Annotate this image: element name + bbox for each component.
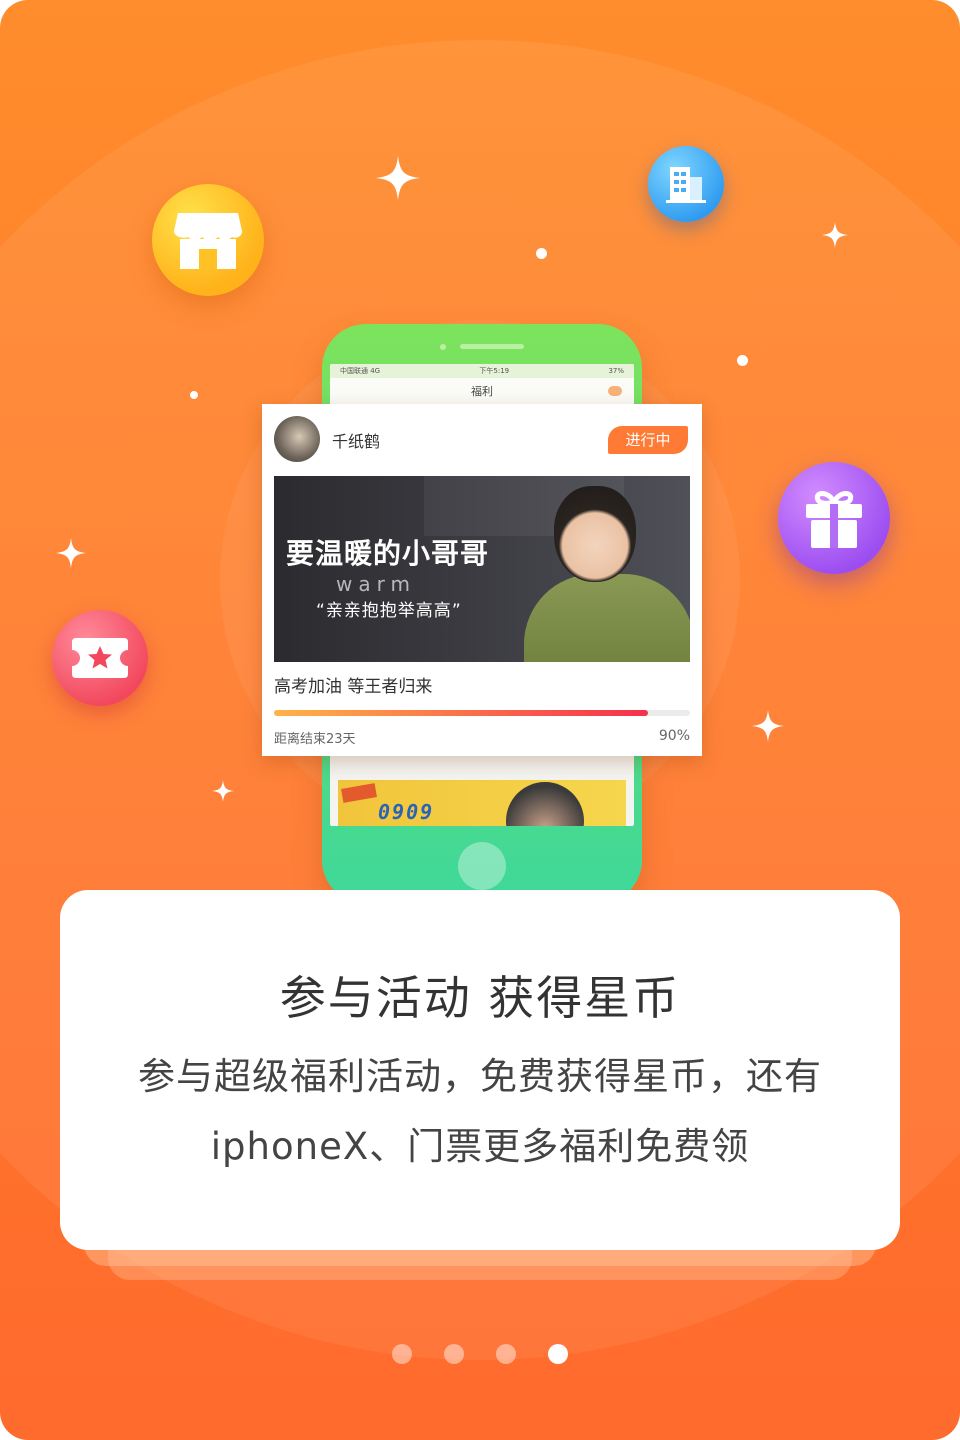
battery-label: 37% (608, 367, 624, 375)
onboarding-screen: 中国联通 4G 下午5:19 37% 福利 0909 千纸鹤 进行中 warm … (0, 0, 960, 1440)
gift-icon (806, 491, 862, 548)
user-name: 千纸鹤 (332, 432, 381, 451)
activity-card[interactable]: 千纸鹤 进行中 warm 要温暖的小哥哥 “亲亲抱抱举高高” 高考加油 等王者归… (262, 404, 702, 756)
progress-percent: 90% (658, 728, 690, 744)
page-dot[interactable] (392, 1344, 412, 1364)
page-dot[interactable] (496, 1344, 516, 1364)
banner-subtitle: “亲亲抱抱举高高” (316, 601, 462, 621)
progress-fill (274, 710, 649, 716)
app-title-bar: 福利 (330, 378, 634, 404)
building-bubble (648, 146, 724, 222)
thumbnail-tag (341, 783, 377, 803)
decor-dot (536, 248, 547, 259)
panel-description-line-1: 参与超级福利活动，免费获得星币，还有 (138, 1055, 822, 1098)
avatar (274, 416, 320, 462)
panel-title: 参与活动 获得星币 (279, 971, 681, 1025)
page-dot[interactable] (548, 1344, 568, 1364)
decor-dot (190, 391, 198, 399)
decor-dot (737, 355, 748, 366)
ticket-icon (72, 638, 128, 678)
ticket-bubble (52, 610, 148, 706)
phone-camera (440, 344, 446, 350)
thumbnail-text: 0909 (378, 800, 435, 824)
banner-warm-text: warm (336, 572, 416, 596)
store-bubble (152, 184, 264, 296)
app-title: 福利 (471, 385, 493, 398)
activity-caption: 高考加油 等王者归来 (274, 677, 433, 697)
status-bar: 中国联通 4G 下午5:19 37% (330, 364, 634, 378)
person-head (554, 486, 636, 582)
page-indicator (0, 1344, 960, 1364)
info-panel: 参与活动 获得星币 参与超级福利活动，免费获得星币，还有 iphoneX、门票更… (60, 890, 900, 1250)
building-icon (666, 167, 706, 203)
store-icon (174, 213, 242, 269)
phone-speaker (460, 344, 524, 349)
sparkle-icon (212, 780, 234, 802)
banner-person-photo (524, 486, 690, 662)
progress-bar (274, 710, 690, 716)
thumbnail-photo (506, 782, 584, 826)
sparkle-icon (822, 222, 848, 248)
panel-description-line-2: iphoneX、门票更多福利免费领 (210, 1125, 750, 1168)
sparkle-icon (376, 156, 420, 200)
sparkle-icon (752, 710, 784, 742)
status-time: 下午5:19 (479, 367, 510, 375)
carrier-label: 中国联通 4G (340, 367, 381, 375)
banner-title: 要温暖的小哥哥 (286, 537, 490, 570)
person-body (524, 574, 690, 662)
page-dot[interactable] (444, 1344, 464, 1364)
title-badge (608, 386, 622, 396)
status-badge: 进行中 (608, 426, 688, 454)
next-activity-thumbnail[interactable]: 0909 (338, 780, 626, 826)
gift-bubble (778, 462, 890, 574)
banner-subtitle-text: 亲亲抱抱举高高 (325, 601, 452, 621)
sparkle-icon (56, 538, 86, 568)
activity-banner[interactable]: warm 要温暖的小哥哥 “亲亲抱抱举高高” (274, 476, 690, 662)
remaining-days: 距离结束23天 (274, 732, 356, 747)
home-button (458, 842, 506, 890)
